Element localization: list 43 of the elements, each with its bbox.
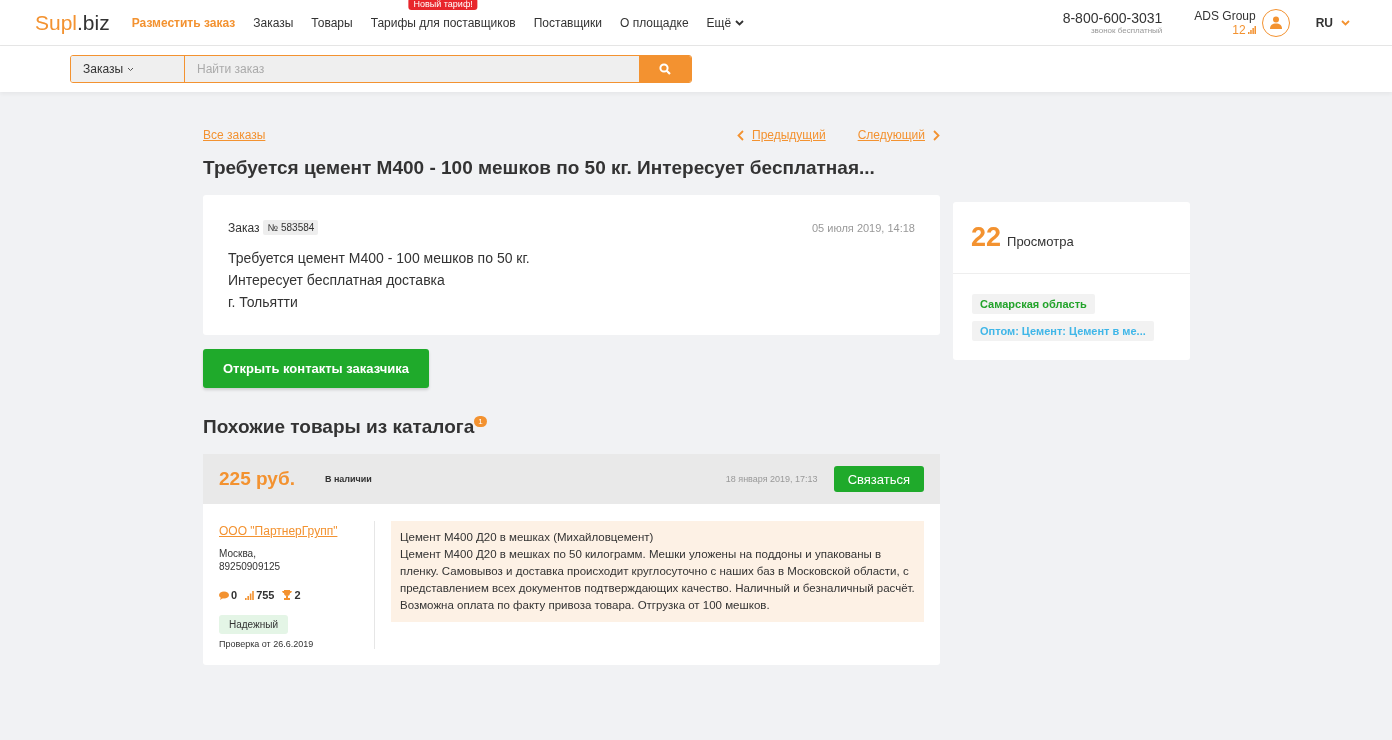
phone-note: звонок бесплатный: [1090, 26, 1163, 35]
views-count: 22: [971, 222, 1002, 253]
language-selector[interactable]: RU: [1309, 14, 1356, 31]
availability: В наличии: [324, 474, 372, 484]
chevron-down-icon: [1341, 19, 1350, 26]
product-price: 225 руб.: [219, 468, 295, 490]
nav-link[interactable]: Поставщики: [533, 15, 602, 30]
order-number: № 583584: [263, 220, 319, 235]
user-rating: 12: [1232, 22, 1246, 37]
order-text: Интересует бесплатная доставка: [228, 271, 446, 290]
order-text: г. Тольятти: [228, 293, 299, 312]
nav-link[interactable]: Тарифы для поставщиков: [370, 15, 516, 30]
signal-icon: [1247, 25, 1256, 34]
order-label: Заказ: [228, 220, 260, 235]
nav-link[interactable]: Заказы: [253, 15, 294, 30]
description-text: Цемент М400 Д20 в мешках по 50 килограмм. Мешки уложены на поддоны и упакованы в пленку. Самовывоз и доставка происходит круглосуточно с наших баз в Московской области, с представлением всех документов подтверждающих качество. Наличный и безналичный расчёт. Возможна оплата по факту привоза товара. Отгрузка от 100 мешков.: [400, 547, 915, 613]
chevron-right-icon: [933, 129, 940, 141]
product-date: 18 января 2019, 17:13: [725, 474, 818, 484]
product-title: Цемент М400 Д20 в мешках (Михайловцемент): [400, 530, 655, 545]
site-logo[interactable]: Supl.biz: [35, 10, 110, 35]
nav-link[interactable]: Товары: [311, 15, 353, 30]
company-phone: 89250909125: [219, 560, 282, 573]
check-date: Проверка от 26.6.2019: [219, 639, 315, 649]
signal-icon: [245, 590, 255, 600]
new-badge: Новый тариф!: [408, 0, 478, 10]
trophy-icon: [282, 590, 293, 600]
section-title: Похожие товары из каталога: [203, 416, 475, 438]
rating-count: 755: [256, 589, 275, 601]
page-title: Требуется цемент М400 - 100 мешков по 50 кг. Интересует бесплатная...: [203, 156, 875, 180]
comment-icon: [219, 590, 229, 600]
phone-number: 8-800-600-3031: [1062, 10, 1163, 26]
chevron-left-icon: [737, 129, 744, 141]
order-text: Требуется цемент М400 - 100 мешков по 50 кг.: [228, 249, 531, 268]
order-date: 05 июля 2019, 14:18: [812, 221, 915, 234]
comments-count: 0: [231, 589, 238, 601]
company-city: Москва,: [219, 547, 257, 560]
nav-link[interactable]: Ещё: [706, 15, 745, 30]
user-name[interactable]: ADS Group: [1194, 8, 1256, 23]
trust-badge: Надежный: [219, 615, 289, 634]
nav-link[interactable]: О площадке: [620, 15, 689, 30]
count-badge: 1: [474, 416, 487, 427]
awards-count: 2: [294, 589, 301, 601]
views-label: Просмотра: [1007, 234, 1074, 249]
